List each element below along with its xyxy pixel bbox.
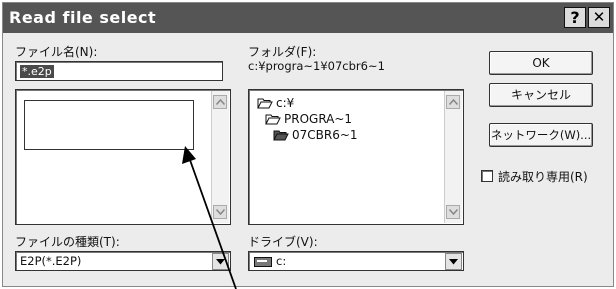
arrow-head-icon (182, 146, 196, 164)
annotation-arrow (182, 146, 237, 289)
